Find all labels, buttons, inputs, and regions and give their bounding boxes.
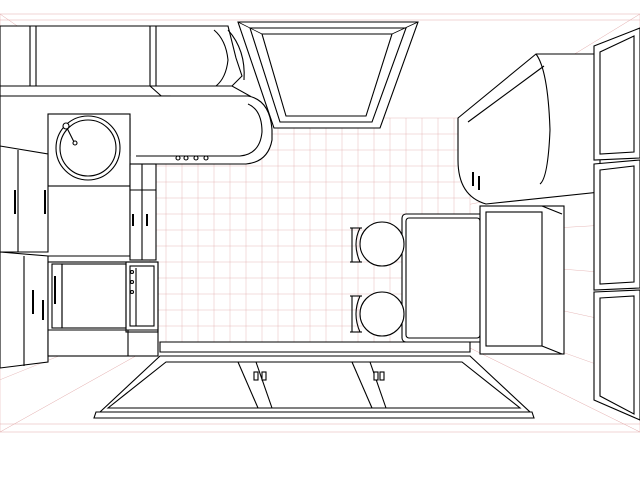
left-base-cabinets	[0, 145, 49, 369]
door-handle-icon	[379, 371, 385, 381]
right-window-panels[interactable]	[593, 27, 640, 421]
bottom-base-cabinets	[93, 341, 535, 419]
oven-range[interactable]	[47, 261, 159, 357]
door-handle-icon	[261, 371, 267, 381]
round-sink[interactable]	[47, 113, 131, 187]
under-counter-cabinet	[129, 163, 157, 261]
bench-seat[interactable]	[479, 205, 565, 355]
door-handle-icon	[32, 290, 34, 314]
kitchen-floor-plan	[0, 13, 640, 433]
door-handle-icon	[472, 172, 474, 186]
dining-table[interactable]	[401, 213, 485, 343]
door-handle-icon	[42, 300, 44, 320]
door-handle-icon	[373, 371, 379, 381]
door-handle-icon	[478, 176, 480, 190]
door-handle-icon	[14, 190, 16, 214]
door-handle-icon	[253, 371, 259, 381]
door-handle-icon	[44, 190, 46, 214]
right-upper-cabinet	[457, 53, 601, 205]
